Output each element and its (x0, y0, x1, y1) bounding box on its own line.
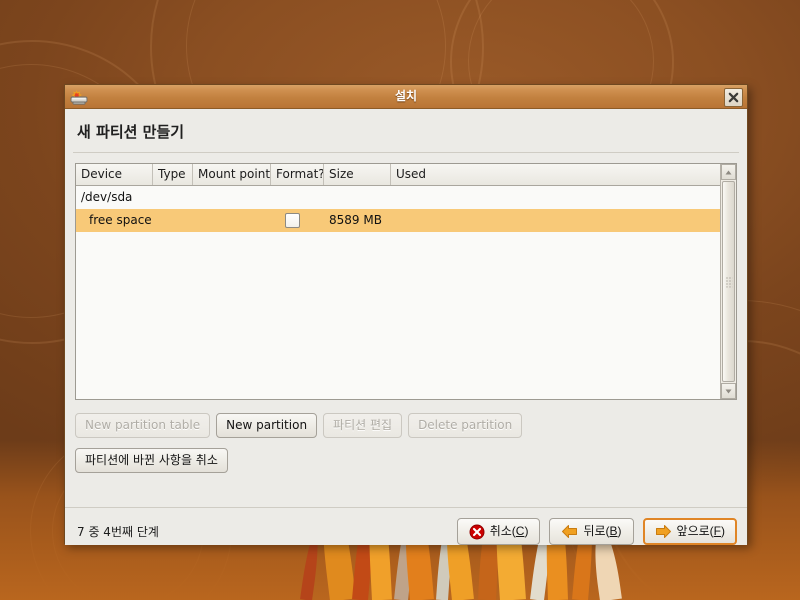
arrow-right-icon (655, 524, 672, 539)
cancel-button-label: 취소(C) (489, 524, 529, 538)
scrollbar-thumb[interactable] (722, 181, 735, 382)
table-row[interactable]: /dev/sda (76, 186, 720, 209)
step-indicator: 7 중 4번째 단계 (77, 525, 159, 539)
column-header-format[interactable]: Format? (271, 164, 324, 185)
column-header-size[interactable]: Size (324, 164, 391, 185)
new-partition-button[interactable]: New partition (216, 413, 318, 438)
scrollbar-grip (725, 276, 732, 287)
cell-format (271, 209, 324, 232)
arrow-left-icon (561, 524, 578, 539)
cell-mount-point (193, 186, 271, 209)
scrollbar-track[interactable] (721, 180, 736, 383)
dialog-footer: 7 중 4번째 단계 취소(C) 뒤로(B) 앞으로(F) (65, 507, 747, 545)
format-checkbox[interactable] (285, 213, 300, 228)
footer-spacer (65, 473, 747, 507)
undo-row: 파티션에 바뀐 사항을 취소 (75, 448, 747, 473)
cell-used (391, 186, 720, 209)
cancel-button[interactable]: 취소(C) (456, 518, 541, 545)
cell-device: free space (89, 213, 152, 227)
table-row[interactable]: free space 8589 MB (76, 209, 720, 232)
back-button-label: 뒤로(B) (583, 524, 622, 538)
new-partition-table-button[interactable]: New partition table (75, 413, 211, 438)
window-titlebar[interactable]: 설치 (65, 85, 747, 109)
cell-type (153, 186, 193, 209)
cancel-icon (469, 524, 485, 540)
column-header-mount-point[interactable]: Mount point (193, 164, 271, 185)
undo-partition-changes-button[interactable]: 파티션에 바뀐 사항을 취소 (75, 448, 228, 473)
back-button[interactable]: 뒤로(B) (549, 518, 634, 545)
cell-used (391, 209, 720, 232)
scroll-up-icon[interactable] (721, 164, 736, 180)
cell-mount-point (193, 209, 271, 232)
edit-partition-button[interactable]: 파티션 편집 (323, 413, 403, 438)
installer-disk-icon (69, 88, 89, 106)
forward-button[interactable]: 앞으로(F) (642, 518, 737, 545)
scroll-down-icon[interactable] (721, 383, 736, 399)
cell-size: 8589 MB (329, 213, 382, 227)
table-header-row: Device Type Mount point Format? Size Use… (76, 164, 720, 186)
vertical-scrollbar[interactable] (720, 164, 736, 399)
desktop-background: 설치 새 파티션 만들기 Device Type Mount point For… (0, 0, 800, 600)
partition-list[interactable]: Device Type Mount point Format? Size Use… (76, 164, 720, 399)
column-header-device[interactable]: Device (76, 164, 153, 185)
partition-action-buttons: New partition table New partition 파티션 편집… (75, 413, 747, 438)
close-icon[interactable] (724, 88, 743, 107)
window-title: 설치 (394, 89, 418, 103)
column-header-used[interactable]: Used (391, 164, 720, 185)
cell-type (153, 209, 193, 232)
cell-size (324, 186, 391, 209)
forward-button-label: 앞으로(F) (676, 524, 725, 538)
heading-divider (73, 152, 739, 153)
installer-window: 설치 새 파티션 만들기 Device Type Mount point For… (64, 84, 748, 545)
cell-device: /dev/sda (81, 190, 133, 204)
window-body: 새 파티션 만들기 Device Type Mount point Format… (65, 109, 747, 545)
page-title: 새 파티션 만들기 (77, 123, 185, 141)
partition-table: Device Type Mount point Format? Size Use… (75, 163, 737, 400)
cell-format (271, 186, 324, 209)
column-header-type[interactable]: Type (153, 164, 193, 185)
empty-list-area (76, 232, 720, 399)
navigation-buttons: 취소(C) 뒤로(B) 앞으로(F) (456, 518, 737, 545)
delete-partition-button[interactable]: Delete partition (408, 413, 523, 438)
